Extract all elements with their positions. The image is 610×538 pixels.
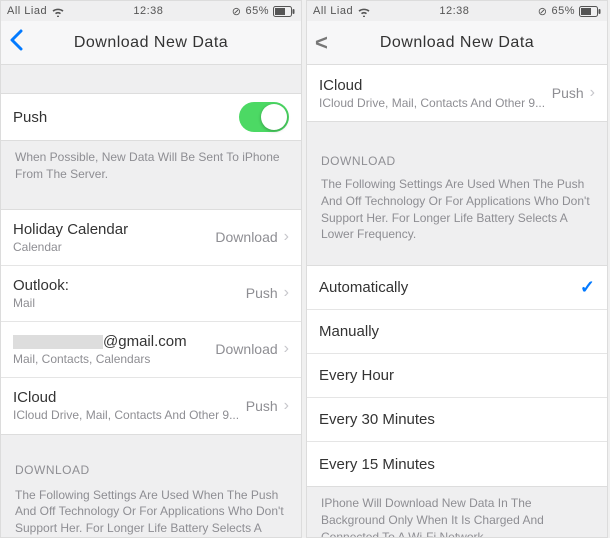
account-row-gmail[interactable]: @gmail.com Mail, Contacts, Calendars Dow…: [1, 322, 301, 378]
status-bar: All Liad 12:38 ⊘ 65%: [307, 1, 607, 21]
content: Push When Possible, New Data Will Be Sen…: [1, 65, 301, 537]
chevron-right-icon: ›: [590, 84, 595, 102]
download-footer: The Following Settings Are Used When The…: [1, 483, 301, 537]
status-right: ⊘ 65%: [538, 5, 601, 18]
account-row-outlook[interactable]: Outlook: Mail Push ›: [1, 266, 301, 322]
battery-label: 65%: [245, 5, 269, 17]
push-row[interactable]: Push: [1, 94, 301, 140]
status-left: All Liad: [7, 5, 65, 17]
push-footer: When Possible, New Data Will Be Sent To …: [1, 141, 301, 191]
content: ICloud ICloud Drive, Mail, Contacts And …: [307, 65, 607, 537]
account-sub: Calendar: [13, 240, 128, 254]
push-group: Push: [1, 93, 301, 141]
carrier-label: All Liad: [7, 5, 47, 17]
account-value: Push: [246, 398, 278, 414]
account-title: @gmail.com: [13, 333, 187, 350]
redacted-email: [13, 335, 103, 349]
rotation-lock-icon: ⊘: [232, 5, 242, 18]
account-value: Download: [215, 229, 277, 245]
option-label: Every 15 Minutes: [319, 456, 435, 473]
status-bar: All Liad 12:38 ⊘ 65%: [1, 1, 301, 21]
account-sub: ICloud Drive, Mail, Contacts And Other 9…: [13, 408, 239, 422]
download-header: DOWNLOAD: [1, 457, 301, 483]
wifi-icon: [357, 6, 371, 17]
account-row-icloud[interactable]: ICloud ICloud Drive, Mail, Contacts And …: [1, 378, 301, 434]
option-every-15[interactable]: Every 15 Minutes: [307, 442, 607, 486]
chevron-right-icon: ›: [284, 284, 289, 302]
account-title: ICloud: [13, 389, 239, 406]
option-every-30[interactable]: Every 30 Minutes: [307, 398, 607, 442]
account-sub: ICloud Drive, Mail, Contacts And Other 9…: [319, 96, 545, 110]
screen-right: All Liad 12:38 ⊘ 65% < Download New Data…: [306, 0, 608, 538]
wifi-icon: [51, 6, 65, 17]
download-header: DOWNLOAD: [307, 148, 607, 174]
account-value: Push: [246, 285, 278, 301]
option-automatically[interactable]: Automatically ✓: [307, 266, 607, 310]
push-toggle[interactable]: [239, 102, 289, 132]
icloud-group: ICloud ICloud Drive, Mail, Contacts And …: [307, 65, 607, 122]
page-title: Download New Data: [380, 34, 534, 52]
account-value: Push: [552, 85, 584, 101]
account-sub: Mail: [13, 296, 69, 310]
account-value: Download: [215, 341, 277, 357]
chevron-right-icon: ›: [284, 340, 289, 358]
account-row-icloud[interactable]: ICloud ICloud Drive, Mail, Contacts And …: [307, 65, 607, 121]
account-row-holiday[interactable]: Holiday Calendar Calendar Download ›: [1, 210, 301, 266]
time-label: 12:38: [133, 5, 163, 17]
nav-bar: Download New Data: [1, 21, 301, 65]
screen-left: All Liad 12:38 ⊘ 65% Download New Data P…: [0, 0, 302, 538]
option-label: Every 30 Minutes: [319, 411, 435, 428]
battery-icon: [273, 6, 295, 17]
download-desc: The Following Settings Are Used When The…: [307, 174, 607, 251]
chevron-right-icon: ›: [284, 397, 289, 415]
option-label: Automatically: [319, 279, 408, 296]
option-label: Every Hour: [319, 367, 394, 384]
page-title: Download New Data: [74, 34, 228, 52]
option-manually[interactable]: Manually: [307, 310, 607, 354]
nav-bar: < Download New Data: [307, 21, 607, 65]
account-title: Holiday Calendar: [13, 221, 128, 238]
option-label: Manually: [319, 323, 379, 340]
battery-icon: [579, 6, 601, 17]
time-label: 12:38: [439, 5, 469, 17]
status-left: All Liad: [313, 5, 371, 17]
push-label: Push: [13, 109, 47, 126]
account-sub: Mail, Contacts, Calendars: [13, 352, 187, 366]
account-title: ICloud: [319, 77, 545, 94]
option-every-hour[interactable]: Every Hour: [307, 354, 607, 398]
fetch-options-group: Automatically ✓ Manually Every Hour Ever…: [307, 265, 607, 487]
status-right: ⊘ 65%: [232, 5, 295, 18]
bottom-footer: IPhone Will Download New Data In The Bac…: [307, 487, 607, 537]
account-title: Outlook:: [13, 277, 69, 294]
accounts-group: Holiday Calendar Calendar Download › Out…: [1, 209, 301, 435]
carrier-label: All Liad: [313, 5, 353, 17]
checkmark-icon: ✓: [580, 277, 595, 298]
back-button[interactable]: [9, 27, 23, 58]
battery-label: 65%: [551, 5, 575, 17]
chevron-right-icon: ›: [284, 228, 289, 246]
rotation-lock-icon: ⊘: [538, 5, 548, 18]
back-button[interactable]: <: [315, 30, 328, 56]
